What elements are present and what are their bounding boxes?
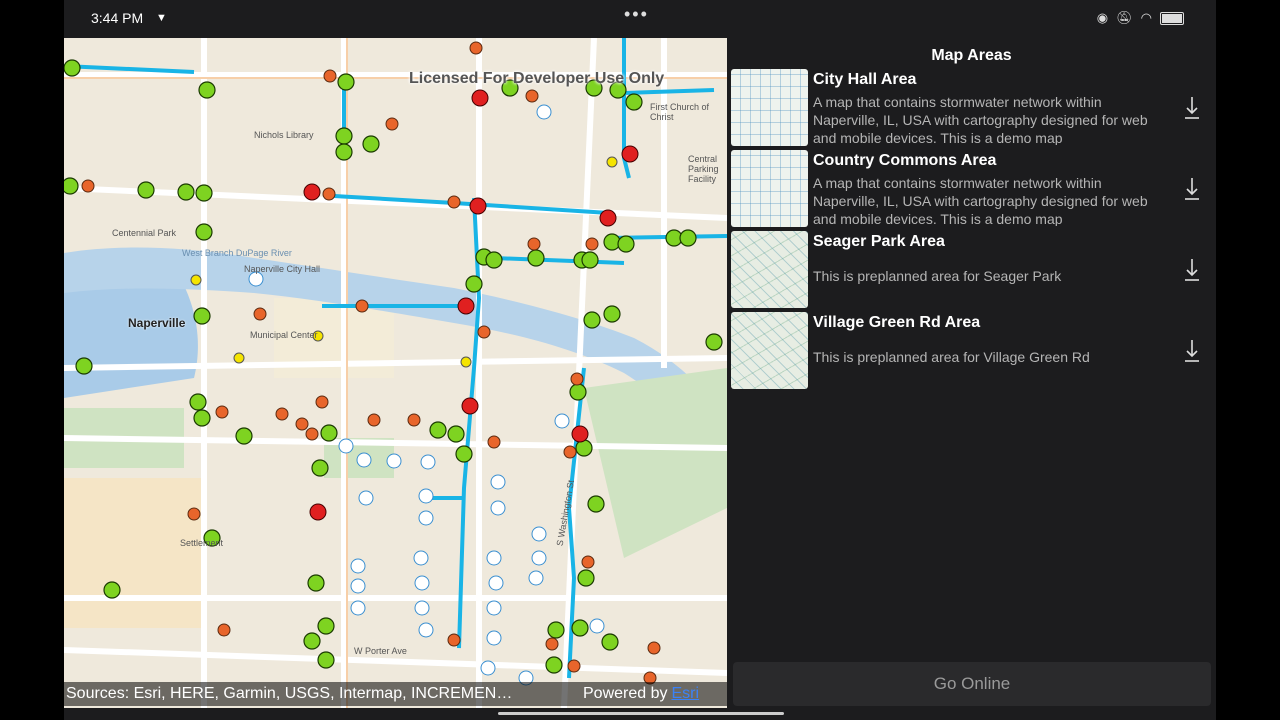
status-bar: 3:44 PM ▼ ••• ◉ 🔕︎ ◠ <box>64 0 1216 38</box>
map-canvas[interactable] <box>64 38 727 708</box>
map-label-city-hall: Naperville City Hall <box>244 264 321 274</box>
system-icons: ◉ 🔕︎ ◠ <box>1097 10 1184 26</box>
map-label-church: First Church of Christ <box>650 102 710 122</box>
wifi-icon: ◠ <box>1140 10 1152 25</box>
home-indicator[interactable] <box>498 712 784 715</box>
map-label-municipal: Municipal Center <box>250 330 318 340</box>
map-label-river: West Branch DuPage River <box>182 248 292 258</box>
download-icon[interactable] <box>1183 338 1201 364</box>
area-thumbnail <box>731 69 808 146</box>
record-icon: ◉ <box>1096 10 1109 25</box>
attribution-powered: Powered by <box>583 685 668 702</box>
location-icon: ▼ <box>156 12 167 24</box>
license-watermark: Licensed For Developer Use Only <box>409 70 665 87</box>
area-name: Seager Park Area <box>813 233 945 250</box>
esri-link[interactable]: Esri <box>672 685 700 703</box>
area-thumbnail <box>731 312 808 389</box>
map-area-item[interactable]: Seager Park Area This is preplanned area… <box>731 231 1211 309</box>
map-label-porter: W Porter Ave <box>354 646 407 656</box>
map-label-centennial: Centennial Park <box>112 228 177 238</box>
area-description: A map that contains stormwater network w… <box>813 94 1148 145</box>
map-area-item[interactable]: Village Green Rd Area This is preplanned… <box>731 312 1211 390</box>
map-label-library: Nichols Library <box>254 130 314 140</box>
status-time: 3:44 PM <box>91 10 144 26</box>
area-thumbnail <box>731 231 808 308</box>
area-name: Country Commons Area <box>813 152 997 169</box>
map-view[interactable]: Licensed For Developer Use Only Napervil… <box>64 38 727 708</box>
area-description: A map that contains stormwater network w… <box>813 175 1148 226</box>
map-attribution: Sources: Esri, HERE, Garmin, USGS, Inter… <box>64 682 727 706</box>
download-icon[interactable] <box>1183 95 1201 121</box>
area-thumbnail <box>731 150 808 227</box>
panel-title: Map Areas <box>931 47 1012 64</box>
area-name: City Hall Area <box>813 71 917 88</box>
map-areas-panel: Map Areas City Hall Area A map that cont… <box>727 38 1216 708</box>
map-label-settlement: Settlement <box>180 538 224 548</box>
app-window: 3:44 PM ▼ ••• ◉ 🔕︎ ◠ Licensed For Develo… <box>64 0 1216 720</box>
map-area-item[interactable]: Country Commons Area A map that contains… <box>731 150 1211 228</box>
map-area-item[interactable]: City Hall Area A map that contains storm… <box>731 69 1211 147</box>
download-icon[interactable] <box>1183 176 1201 202</box>
area-name: Village Green Rd Area <box>813 314 981 331</box>
map-label-parking: Central Parking Facility <box>688 154 719 184</box>
go-online-button[interactable]: Go Online <box>733 662 1211 706</box>
more-dots-icon[interactable]: ••• <box>624 4 649 25</box>
download-icon[interactable] <box>1183 257 1201 283</box>
bell-off-icon: 🔕︎ <box>1116 10 1133 25</box>
map-place-label: Naperville <box>128 316 186 330</box>
attribution-sources: Sources: Esri, HERE, Garmin, USGS, Inter… <box>66 685 513 702</box>
area-description: This is preplanned area for Village Gree… <box>813 349 1090 365</box>
battery-icon <box>1160 11 1184 25</box>
